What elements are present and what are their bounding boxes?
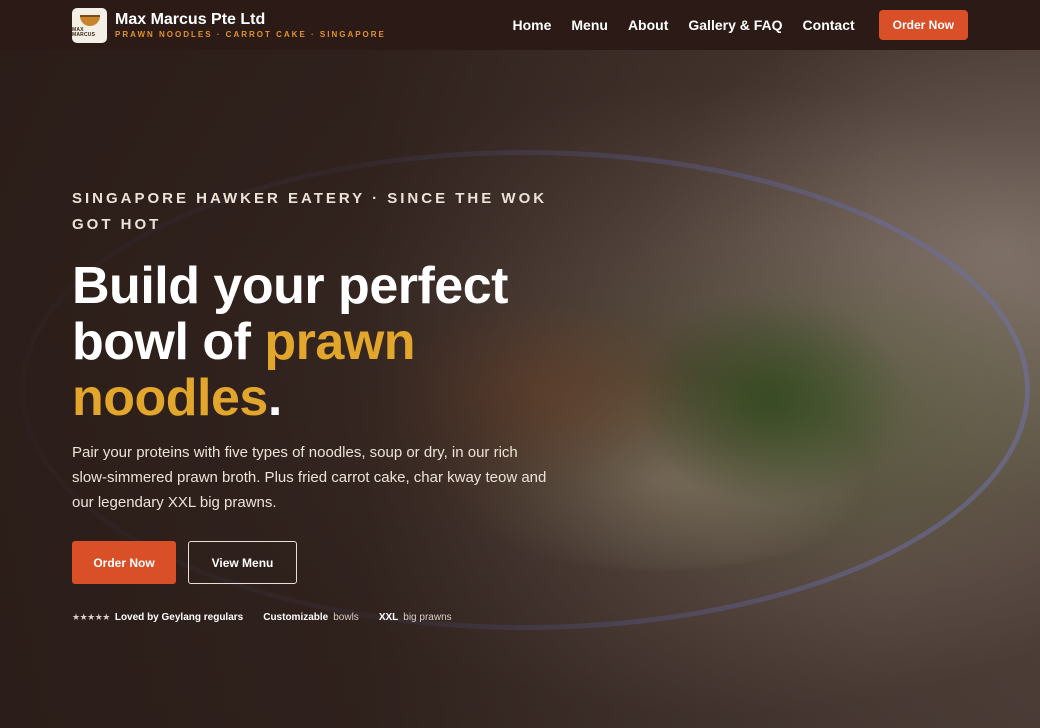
badge-customizable-soft: bowls — [333, 612, 359, 623]
badge-xxl-soft: big prawns — [403, 612, 452, 623]
brand-text: Max Marcus Pte Ltd PRAWN NOODLES · CARRO… — [115, 11, 386, 40]
headline-accent-prawn: prawn — [264, 313, 416, 371]
hero-cta-row: Order Now View Menu — [72, 541, 592, 584]
view-menu-button[interactable]: View Menu — [188, 541, 297, 584]
hero-section: SINGAPORE HAWKER EATERY · SINCE THE WOK … — [72, 186, 592, 623]
nav-order-now-button[interactable]: Order Now — [878, 10, 968, 40]
headline-line1: Build your perfect — [72, 257, 508, 315]
page: MAX MARCUS Max Marcus Pte Ltd PRAWN NOOD… — [0, 0, 1040, 728]
headline-line2-start: bowl of — [72, 313, 265, 371]
badge-customizable: Customizable bowls — [263, 612, 359, 623]
badge-xxl-strong: XXL — [378, 612, 399, 623]
logo[interactable]: MAX MARCUS — [72, 7, 107, 43]
trust-badges: ★★★★★ Loved by Geylang regulars Customiz… — [72, 612, 592, 623]
nav-link-about[interactable]: About — [628, 17, 668, 33]
site-header: MAX MARCUS Max Marcus Pte Ltd PRAWN NOOD… — [0, 0, 1040, 50]
nav-link-home[interactable]: Home — [512, 17, 551, 33]
nav-link-menu[interactable]: Menu — [571, 17, 608, 33]
headline-period: . — [267, 369, 282, 427]
brand-tagline: PRAWN NOODLES · CARROT CAKE · SINGAPORE — [115, 29, 386, 39]
hero-eyebrow: SINGAPORE HAWKER EATERY · SINCE THE WOK … — [72, 190, 548, 233]
badge-xxl: XXL big prawns — [379, 612, 452, 623]
hero-headline: Build your perfect bowl of prawn noodles. — [72, 258, 592, 426]
headline-accent-noodles: noodles — [72, 369, 268, 427]
brand-name[interactable]: Max Marcus Pte Ltd — [115, 11, 386, 29]
hero-subtext: Pair your proteins with five types of no… — [72, 444, 547, 511]
badge-loved: ★★★★★ Loved by Geylang regulars — [72, 612, 243, 623]
order-now-button[interactable]: Order Now — [72, 541, 176, 584]
main-nav: Home Menu About Gallery & FAQ Contact Or… — [512, 10, 968, 40]
badge-loved-text: Loved by Geylang regulars — [114, 612, 244, 623]
bowl-icon — [79, 14, 100, 26]
badge-customizable-strong: Customizable — [263, 612, 329, 623]
nav-link-gallery-faq[interactable]: Gallery & FAQ — [688, 17, 782, 33]
logo-text: MAX MARCUS — [72, 26, 96, 38]
nav-link-contact[interactable]: Contact — [803, 17, 855, 33]
star-rating-icon: ★★★★★ — [72, 612, 110, 622]
brand[interactable]: MAX MARCUS Max Marcus Pte Ltd PRAWN NOOD… — [72, 7, 386, 43]
